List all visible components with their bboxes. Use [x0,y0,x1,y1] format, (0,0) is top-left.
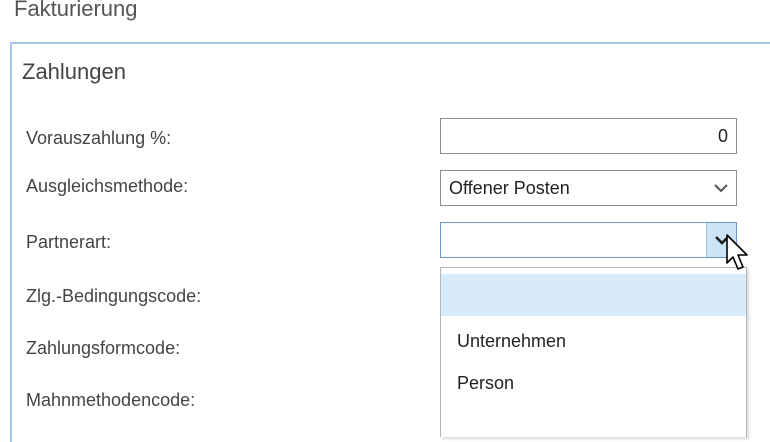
dropdown-option-company[interactable]: Unternehmen [441,320,746,362]
partner-type-select[interactable] [440,222,737,258]
partner-type-dropdown-list: Unternehmen Person [440,267,747,437]
prepayment-input[interactable]: 0 [440,118,737,154]
prepayment-label: Vorauszahlung %: [26,128,172,148]
application-method-label: Ausgleichsmethode: [26,176,189,196]
section-header: Fakturierung [14,0,138,21]
dropdown-option-person[interactable]: Person [441,362,746,404]
application-method-select[interactable]: Offener Posten [440,170,737,206]
dropdown-option-empty[interactable] [441,274,746,316]
chevron-down-icon[interactable] [706,171,736,205]
reminder-terms-code-label: Mahnmethodencode: [26,390,196,410]
payment-terms-code-label: Zlg.-Bedingungscode: [26,286,202,306]
partner-type-label: Partnerart: [26,232,112,252]
application-method-value: Offener Posten [449,178,570,198]
payment-method-code-label: Zahlungsformcode: [26,338,181,358]
mouse-cursor-icon [724,233,754,277]
panel-title: Zahlungen [22,59,126,84]
